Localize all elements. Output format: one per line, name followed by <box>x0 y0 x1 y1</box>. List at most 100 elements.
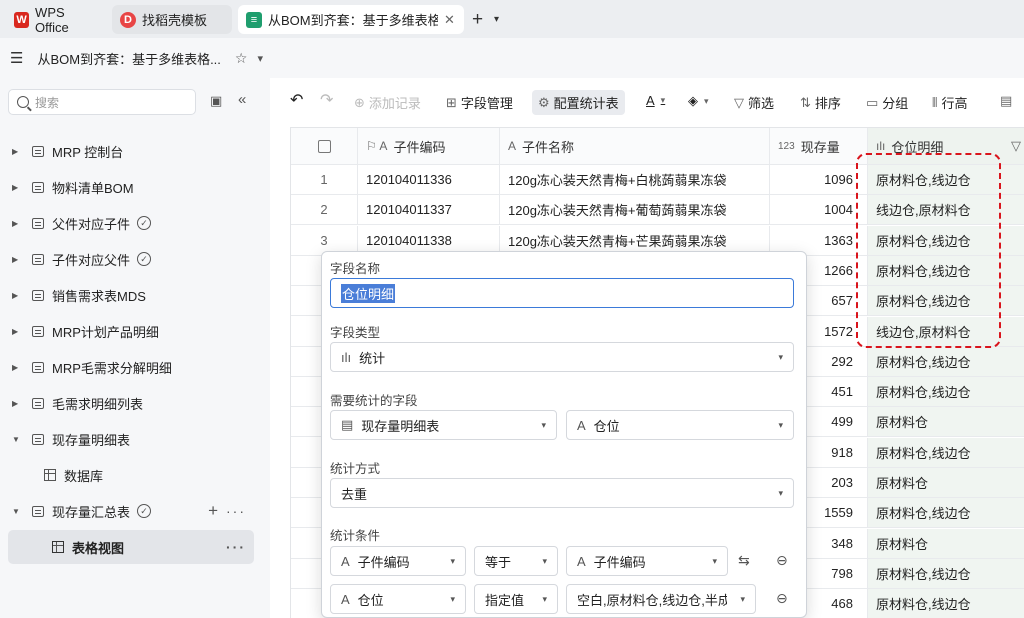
column-label: 现存量 <box>800 139 840 155</box>
cell-qty[interactable]: 1004 <box>770 195 868 225</box>
redo-icon[interactable]: ↷ <box>320 90 333 110</box>
sidebar-item-stock-summary[interactable]: ▼ 现存量汇总表 ✓ + ··· <box>8 494 254 528</box>
caret-right-icon[interactable]: ▶ <box>12 183 26 192</box>
caret-right-icon[interactable]: ▶ <box>12 291 26 300</box>
sidebar-item-table-view[interactable]: 表格视图 ··· <box>8 530 254 564</box>
add-record-button[interactable]: ⊕ 添加记录 <box>354 93 421 112</box>
checkbox[interactable] <box>317 139 331 153</box>
sidebar-item-mrp-products[interactable]: ▶ MRP计划产品明细 <box>8 314 254 348</box>
document-title[interactable]: 从BOM到齐套：基于多维表格... <box>37 49 220 68</box>
sidebar-item-bom[interactable]: ▶ 物料清单BOM <box>8 170 254 204</box>
sidebar-item-parent-child[interactable]: ▶ 父件对应子件 ✓ <box>8 206 254 240</box>
tab-wps-office[interactable]: W WPS Office <box>6 5 106 35</box>
cell-warehouse[interactable]: 原材料仓 <box>868 468 1024 497</box>
sidebar-item-gross-list[interactable]: ▶ 毛需求明细列表 <box>8 386 254 420</box>
remove-condition-icon[interactable]: ⊖ <box>776 552 788 569</box>
button-label: 添加记录 <box>368 96 421 111</box>
sheet-icon <box>32 289 44 301</box>
caret-right-icon[interactable]: ▶ <box>12 255 26 264</box>
fill-color-button[interactable]: ◈ ▾ <box>688 93 713 109</box>
filter-icon: ▽ <box>734 94 744 110</box>
sidebar-item-mrp-console[interactable]: ▶ MRP 控制台 <box>8 134 254 168</box>
cell-code[interactable]: 120104011336 <box>358 165 500 194</box>
multidim-table-icon: ≡ <box>246 11 262 28</box>
caret-right-icon[interactable]: ▶ <box>12 327 26 336</box>
cond1-value-select[interactable]: A 子件编码 ▾ <box>566 546 728 576</box>
chevron-down-icon[interactable]: ▾ <box>257 52 263 65</box>
cond2-field-select[interactable]: A 仓位 ▾ <box>330 584 466 614</box>
caret-right-icon[interactable]: ▶ <box>12 147 26 156</box>
stat-field-select[interactable]: A 仓位 ▾ <box>566 410 794 440</box>
column-header-qty[interactable]: 123 现存量 <box>770 128 868 164</box>
swap-icon[interactable]: ⇆ <box>738 552 750 569</box>
cond1-field-select[interactable]: A 子件编码 ▾ <box>330 546 466 576</box>
collapse-panel-icon[interactable]: ▣ <box>210 93 222 109</box>
caret-down-icon[interactable]: ▼ <box>12 435 26 444</box>
caret-right-icon[interactable]: ▶ <box>12 399 26 408</box>
remove-condition-icon[interactable]: ⊖ <box>776 590 788 607</box>
filter-button[interactable]: ▽ 筛选 <box>734 93 774 112</box>
config-stats-button[interactable]: ⚙ 配置统计表 <box>532 90 625 115</box>
cond1-operator-select[interactable]: 等于 ▾ <box>474 546 558 576</box>
cell-warehouse[interactable]: 原材料仓 <box>868 407 1024 437</box>
chevron-down-icon[interactable]: ▾ <box>494 14 499 25</box>
field-name-input[interactable]: 仓位明细 <box>330 278 794 308</box>
sidebar-item-child-parent[interactable]: ▶ 子件对应父件 ✓ <box>8 242 254 276</box>
more-icon[interactable]: ··· <box>226 503 246 519</box>
row-index[interactable]: 1 <box>291 165 358 194</box>
cell-name[interactable]: 120g冻心装天然青梅+葡萄蒟蒻果冻袋 <box>500 195 770 225</box>
more-icon[interactable]: ··· <box>226 539 246 555</box>
plus-circle-icon: ⊕ <box>354 94 365 110</box>
sort-button[interactable]: ⇅ 排序 <box>800 93 841 112</box>
chevron-down-icon: ▾ <box>542 555 547 566</box>
text-field-icon: A <box>341 553 350 569</box>
undo-icon[interactable]: ↶ <box>290 90 303 110</box>
stat-method-select[interactable]: 去重 ▾ <box>330 478 794 508</box>
sheet-icon <box>32 253 44 265</box>
stat-table-select[interactable]: ▤ 现存量明细表 ▾ <box>330 410 557 440</box>
field-type-select[interactable]: ılı 统计 ▾ <box>330 342 794 372</box>
tab-current-document[interactable]: ≡ 从BOM到齐套：基于多维表格构建 ✕ <box>238 5 464 34</box>
cell-warehouse[interactable]: 原材料仓,线边仓 <box>868 437 1024 467</box>
caret-right-icon[interactable]: ▶ <box>12 363 26 372</box>
cond2-operator-select[interactable]: 指定值 ▾ <box>474 584 558 614</box>
sidebar-item-database[interactable]: 数据库 <box>8 458 254 492</box>
cell-warehouse[interactable]: 原材料仓,线边仓 <box>868 498 1024 528</box>
double-chevron-left-icon[interactable]: « <box>238 91 246 108</box>
search-input[interactable]: 搜索 <box>8 89 196 115</box>
cell-warehouse[interactable]: 原材料仓 <box>868 528 1024 558</box>
bar-chart-icon: ılı <box>876 139 886 153</box>
cell-warehouse[interactable]: 原材料仓,线边仓 <box>868 377 1024 407</box>
cond1-operator-value: 等于 <box>485 554 512 570</box>
caret-right-icon[interactable]: ▶ <box>12 219 26 228</box>
sidebar-item-mrp-gross[interactable]: ▶ MRP毛需求分解明细 <box>8 350 254 384</box>
field-manage-button[interactable]: ⊞ 字段管理 <box>446 93 513 112</box>
cell-code[interactable]: 120104011337 <box>358 195 500 225</box>
add-tab-icon[interactable]: + <box>472 9 483 31</box>
column-header-name[interactable]: A 子件名称 <box>500 128 770 164</box>
cell-warehouse[interactable]: 原材料仓,线边仓 <box>868 589 1024 618</box>
cell-warehouse[interactable]: 原材料仓,线边仓 <box>868 558 1024 588</box>
cell-warehouse[interactable]: 原材料仓,线边仓 <box>868 346 1024 376</box>
sidebar-item-stock-detail[interactable]: ▼ 现存量明细表 <box>8 422 254 456</box>
sidebar-item-mds[interactable]: ▶ 销售需求表MDS <box>8 278 254 312</box>
caret-down-icon[interactable]: ▼ <box>12 507 26 516</box>
group-button[interactable]: ▭ 分组 <box>866 93 908 112</box>
row-index[interactable]: 2 <box>291 195 358 225</box>
menu-icon[interactable]: ☰ <box>10 49 23 67</box>
column-header-code[interactable]: ⚐ A 子件编码 <box>358 128 500 164</box>
text-color-button[interactable]: A ▾ <box>646 93 669 108</box>
tab-docer-templates[interactable]: D 找稻壳模板 <box>112 5 232 34</box>
cell-name[interactable]: 120g冻心装天然青梅+白桃蒟蒻果冻袋 <box>500 165 770 194</box>
cond2-value-select[interactable]: 空白,原材料仓,线边仓,半成... ▾ <box>566 584 756 614</box>
add-view-icon[interactable]: + <box>208 501 218 521</box>
filter-icon[interactable]: ▽ <box>1011 138 1021 154</box>
close-icon[interactable]: ✕ <box>444 12 455 28</box>
star-icon[interactable]: ☆ <box>235 50 248 67</box>
cell-qty[interactable]: 1096 <box>770 165 868 194</box>
row-height-button[interactable]: ⫴ 行高 <box>932 93 967 112</box>
field-name-value: 仓位明细 <box>341 283 396 303</box>
cond2-operator-value: 指定值 <box>485 592 525 608</box>
more-toolbar-icon[interactable]: ▤ <box>1000 93 1016 109</box>
select-all-cell[interactable] <box>291 128 358 164</box>
